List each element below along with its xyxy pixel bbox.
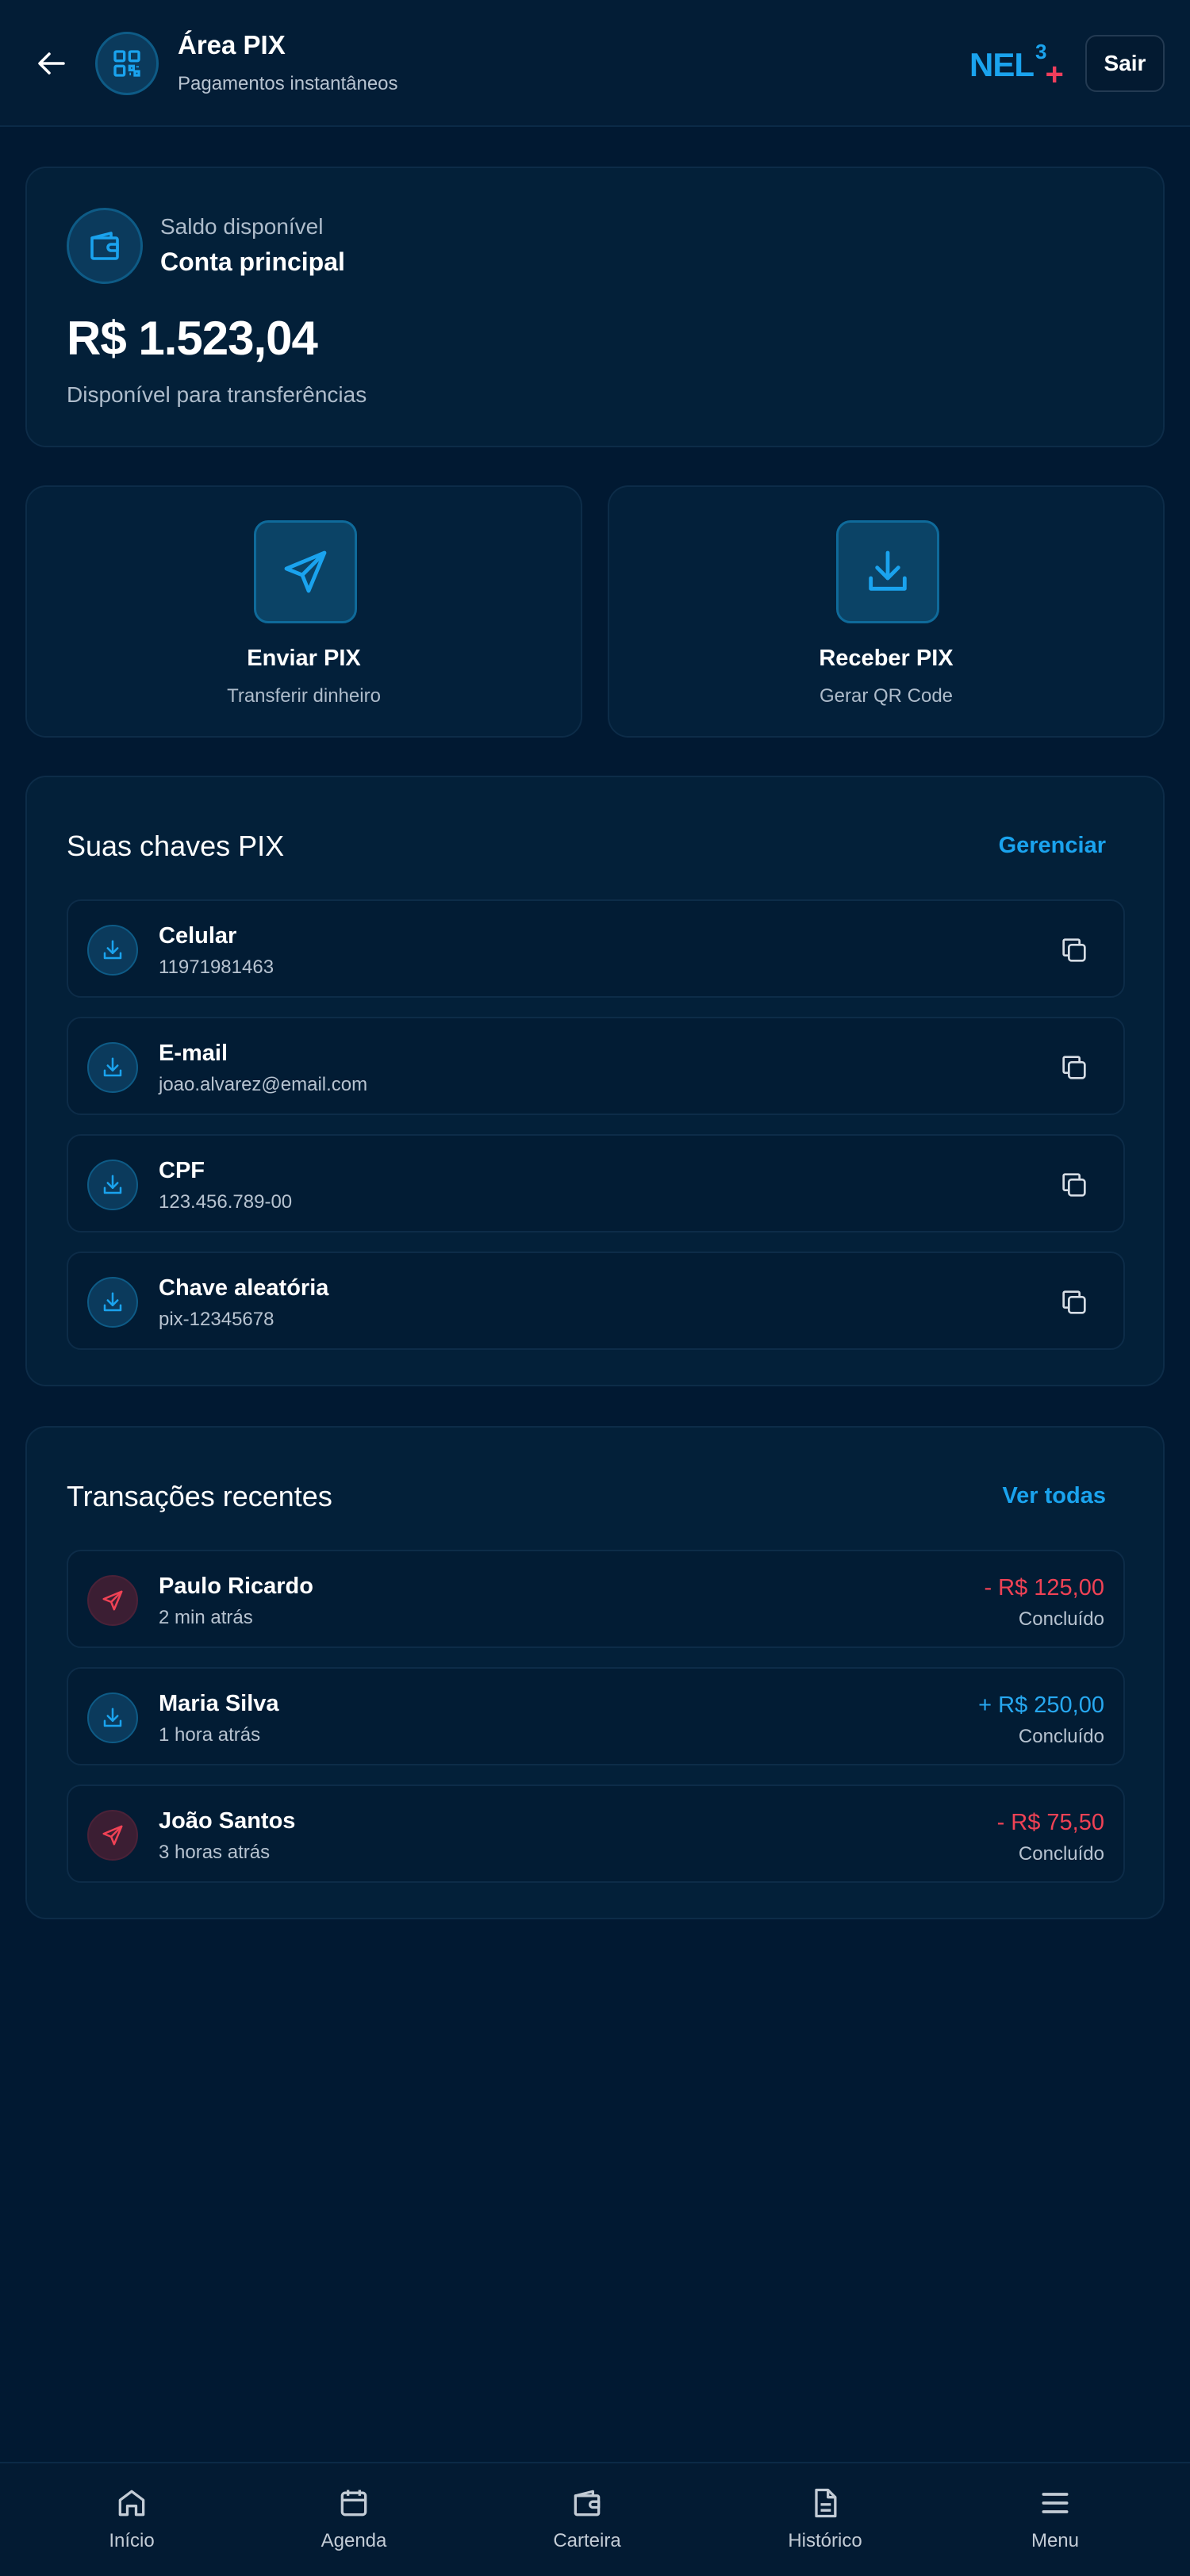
transaction-time: 3 horas atrás <box>159 1842 271 1863</box>
nav-label: Carteira <box>553 2530 621 2551</box>
send-icon <box>87 1810 138 1861</box>
balance-label: Saldo disponível <box>160 214 324 239</box>
balance-card: Saldo disponível Conta principal R$ 1.52… <box>25 167 1165 447</box>
pix-key-value: 123.456.789-00 <box>159 1191 293 1213</box>
nav-item-history[interactable]: Histórico <box>773 2463 877 2576</box>
wallet-icon <box>570 2486 605 2520</box>
home-icon <box>114 2486 149 2520</box>
pix-key-value: pix-12345678 <box>159 1309 274 1330</box>
copy-icon[interactable] <box>1058 1286 1090 1318</box>
nav-item-menu[interactable]: Menu <box>1003 2463 1107 2576</box>
transaction-name: João Santos <box>159 1808 296 1834</box>
logo-text: NEL <box>969 46 1035 83</box>
transaction-name: Maria Silva <box>159 1691 279 1716</box>
receive-pix-button[interactable]: Receber PIX Gerar QR Code <box>608 485 1165 738</box>
nav-label: Agenda <box>321 2530 387 2551</box>
app-header: Área PIX Pagamentos instantâneos NEL 3 +… <box>0 0 1190 127</box>
transaction-row[interactable]: Paulo Ricardo 2 min atrás - R$ 125,00 Co… <box>67 1550 1125 1648</box>
manage-keys-link[interactable]: Gerenciar <box>999 833 1106 859</box>
back-arrow-icon[interactable] <box>33 49 68 78</box>
send-icon <box>87 1575 138 1626</box>
section-title: Suas chaves PIX <box>67 830 285 862</box>
send-pix-subtitle: Transferir dinheiro <box>227 685 381 707</box>
transaction-amount: - R$ 75,50 <box>996 1810 1104 1835</box>
pix-key-type: Celular <box>159 923 237 949</box>
section-title: Transações recentes <box>67 1480 332 1512</box>
nav-item-agenda[interactable]: Agenda <box>301 2463 406 2576</box>
transaction-row[interactable]: Maria Silva 1 hora atrás + R$ 250,00 Con… <box>67 1667 1125 1765</box>
copy-icon[interactable] <box>1058 1052 1090 1083</box>
download-icon <box>87 925 138 976</box>
bottom-navigation: Início Agenda Carteira Histórico Menu <box>0 2462 1190 2576</box>
nav-label: Menu <box>1031 2530 1080 2551</box>
pix-key-row: CPF 123.456.789-00 <box>67 1134 1125 1232</box>
pix-key-row: Celular 11971981463 <box>67 899 1125 998</box>
brand-logo: NEL 3 + <box>969 41 1064 92</box>
copy-icon[interactable] <box>1058 1169 1090 1201</box>
pix-key-type: CPF <box>159 1158 205 1183</box>
send-pix-title: Enviar PIX <box>247 646 361 671</box>
balance-note: Disponível para transferências <box>67 382 367 407</box>
balance-amount: R$ 1.523,04 <box>67 312 318 365</box>
nav-item-wallet[interactable]: Carteira <box>535 2463 639 2576</box>
nav-item-home[interactable]: Início <box>79 2463 184 2576</box>
nav-label: Início <box>109 2530 155 2551</box>
transaction-time: 2 min atrás <box>159 1607 253 1628</box>
download-icon <box>87 1277 138 1328</box>
pix-key-type: Chave aleatória <box>159 1275 329 1301</box>
transaction-amount: - R$ 125,00 <box>984 1575 1104 1600</box>
pix-key-row: E-mail joao.alvarez@email.com <box>67 1017 1125 1115</box>
logout-button[interactable]: Sair <box>1085 35 1165 92</box>
transaction-name: Paulo Ricardo <box>159 1574 313 1599</box>
pix-key-type: E-mail <box>159 1041 228 1066</box>
wallet-icon <box>67 208 143 284</box>
receive-pix-title: Receber PIX <box>819 646 954 671</box>
transaction-status: Concluído <box>1018 1726 1104 1747</box>
transaction-status: Concluído <box>1018 1608 1104 1630</box>
copy-icon[interactable] <box>1058 934 1090 966</box>
transaction-time: 1 hora atrás <box>159 1724 261 1746</box>
download-icon <box>836 520 939 623</box>
nav-label: Histórico <box>788 2530 862 2551</box>
pix-keys-section: Suas chaves PIX Gerenciar Celular 119719… <box>25 776 1165 1386</box>
logo-plus: + <box>1045 57 1064 92</box>
pix-key-value: 11971981463 <box>159 956 274 978</box>
send-icon <box>254 520 357 623</box>
view-all-link[interactable]: Ver todas <box>1002 1483 1106 1509</box>
download-icon <box>87 1042 138 1093</box>
send-pix-button[interactable]: Enviar PIX Transferir dinheiro <box>25 485 582 738</box>
recent-transactions-section: Transações recentes Ver todas Paulo Rica… <box>25 1426 1165 1919</box>
qr-code-icon <box>95 32 159 95</box>
page-subtitle: Pagamentos instantâneos <box>178 73 398 94</box>
pix-key-row: Chave aleatória pix-12345678 <box>67 1252 1125 1350</box>
receive-pix-subtitle: Gerar QR Code <box>819 685 954 707</box>
account-name: Conta principal <box>160 247 345 276</box>
page-title: Área PIX <box>178 30 286 59</box>
transaction-amount: + R$ 250,00 <box>978 1692 1104 1718</box>
transaction-row[interactable]: João Santos 3 horas atrás - R$ 75,50 Con… <box>67 1784 1125 1883</box>
document-icon <box>808 2486 843 2520</box>
download-icon <box>87 1692 138 1743</box>
calendar-icon <box>336 2486 371 2520</box>
menu-icon <box>1038 2486 1073 2520</box>
download-icon <box>87 1160 138 1210</box>
transaction-status: Concluído <box>1018 1843 1104 1865</box>
pix-key-value: joao.alvarez@email.com <box>159 1074 368 1095</box>
